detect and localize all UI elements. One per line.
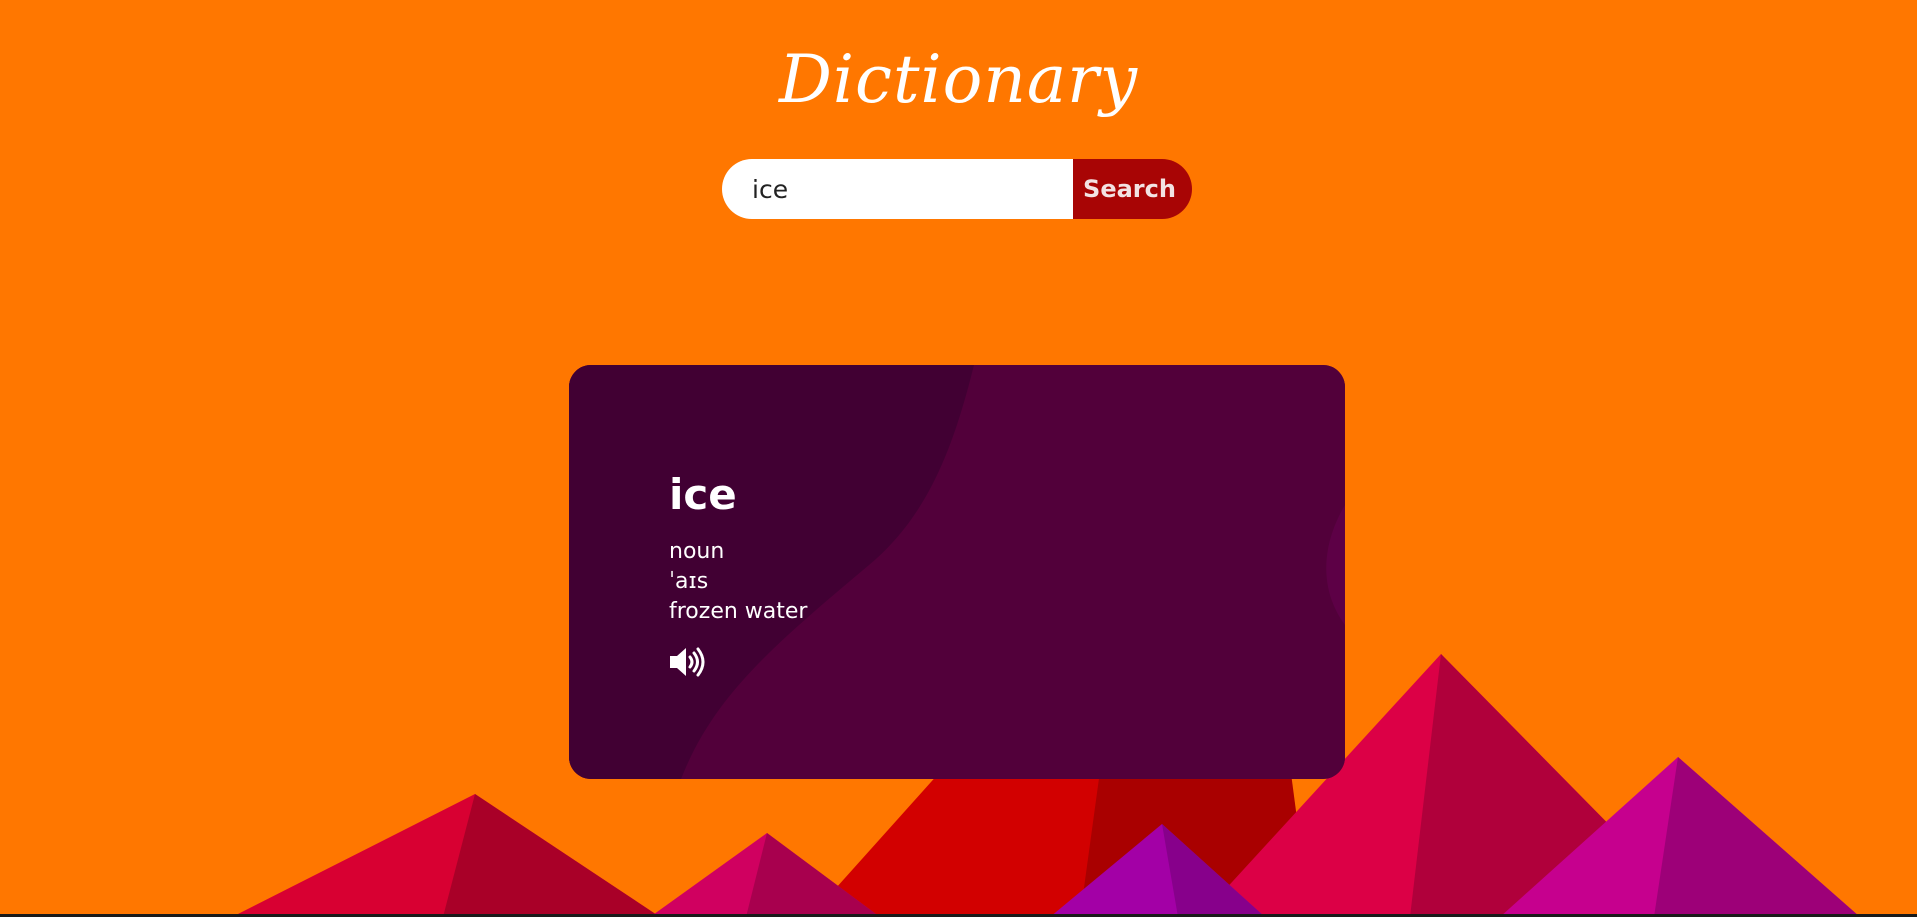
search-form: Search xyxy=(722,159,1192,219)
result-word: ice xyxy=(669,470,737,519)
search-button[interactable]: Search xyxy=(1073,159,1192,219)
speaker-volume-icon[interactable] xyxy=(668,645,706,679)
phonetic-transcription: ˈaɪs xyxy=(669,569,709,594)
definition-card: ice noun ˈaɪs frozen water xyxy=(569,365,1345,779)
mountain-shape xyxy=(443,794,660,917)
search-input[interactable] xyxy=(722,159,1073,219)
page-title: Dictionary xyxy=(778,41,1139,118)
definition-text: frozen water xyxy=(669,599,808,624)
dictionary-page: Dictionary Search ice noun ˈaɪs frozen w… xyxy=(0,0,1917,917)
mountain-shape xyxy=(1654,757,1860,917)
part-of-speech: noun xyxy=(669,539,725,564)
